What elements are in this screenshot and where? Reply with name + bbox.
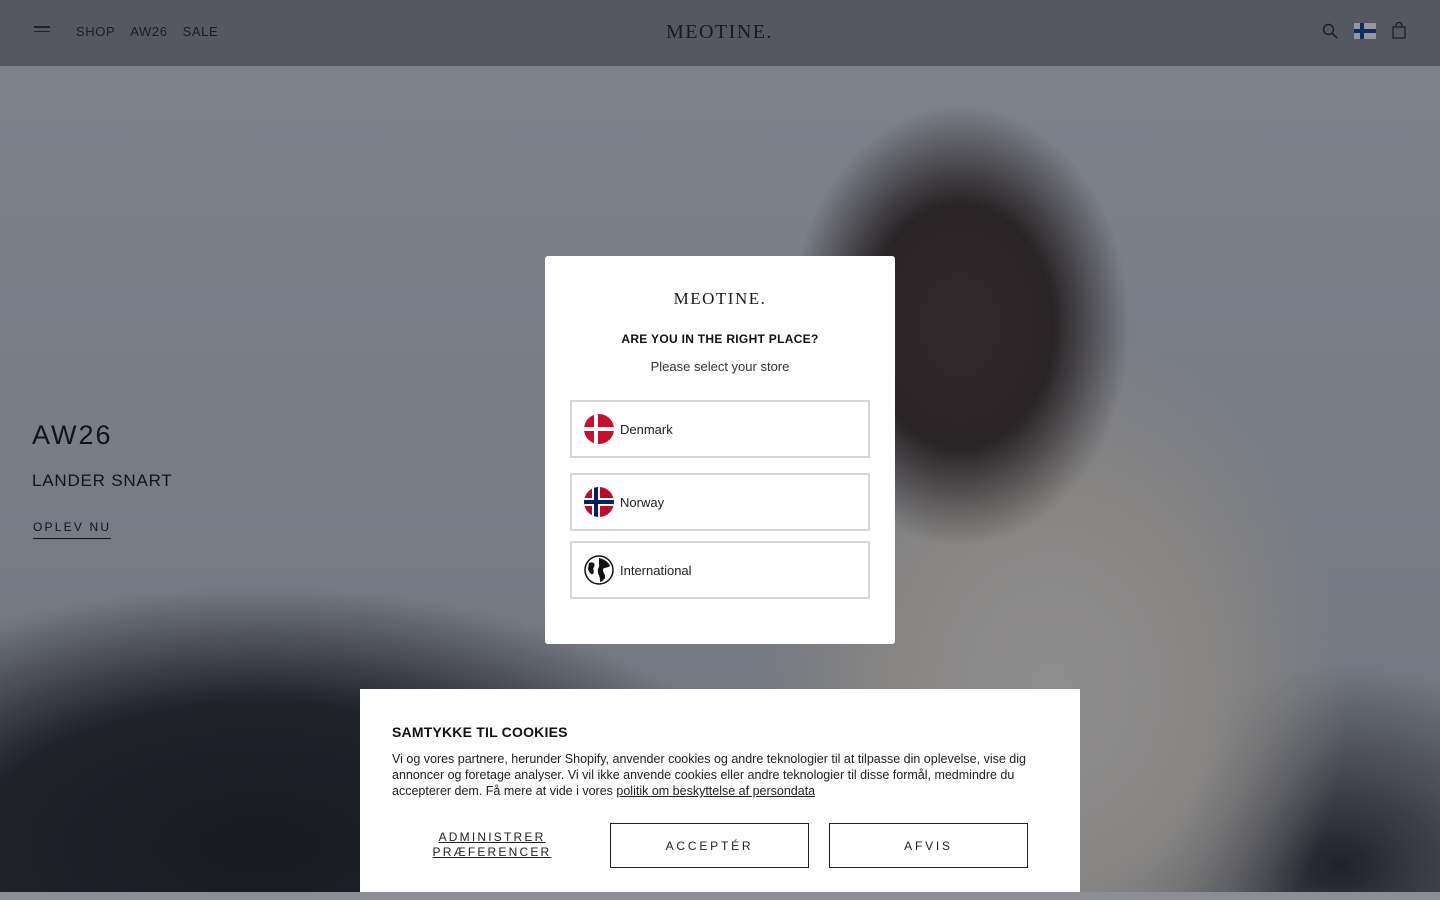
store-option-norway[interactable]: Norway	[570, 473, 870, 531]
store-label: Norway	[620, 494, 665, 510]
privacy-policy-link[interactable]: politik om beskyttelse af persondata	[616, 784, 815, 798]
modal-subtitle: Please select your store	[650, 359, 790, 374]
denmark-flag-icon	[584, 414, 614, 444]
manage-preferences-button[interactable]: ADMINISTRER PRÆFERENCER	[422, 830, 562, 860]
norway-flag-icon	[584, 487, 614, 517]
cookie-text: Vi og vores partnere, herunder Shopify, …	[392, 752, 1026, 798]
bottom-strip	[0, 892, 1440, 900]
store-option-denmark[interactable]: Denmark	[570, 400, 870, 458]
cookie-banner: SAMTYKKE TIL COOKIES Vi og vores partner…	[360, 689, 1080, 900]
cookie-title: SAMTYKKE TIL COOKIES	[392, 724, 568, 740]
reject-button[interactable]: AFVIS	[829, 823, 1028, 868]
store-option-international[interactable]: International	[570, 541, 870, 599]
store-selector-modal: MEOTINE. ARE YOU IN THE RIGHT PLACE? Ple…	[545, 256, 895, 644]
store-label: Denmark	[620, 421, 673, 437]
accept-button[interactable]: ACCEPTÉR	[610, 823, 809, 868]
modal-title: ARE YOU IN THE RIGHT PLACE?	[621, 332, 819, 346]
store-label: International	[620, 562, 692, 578]
globe-icon	[584, 555, 614, 585]
modal-logo: MEOTINE.	[673, 289, 767, 308]
